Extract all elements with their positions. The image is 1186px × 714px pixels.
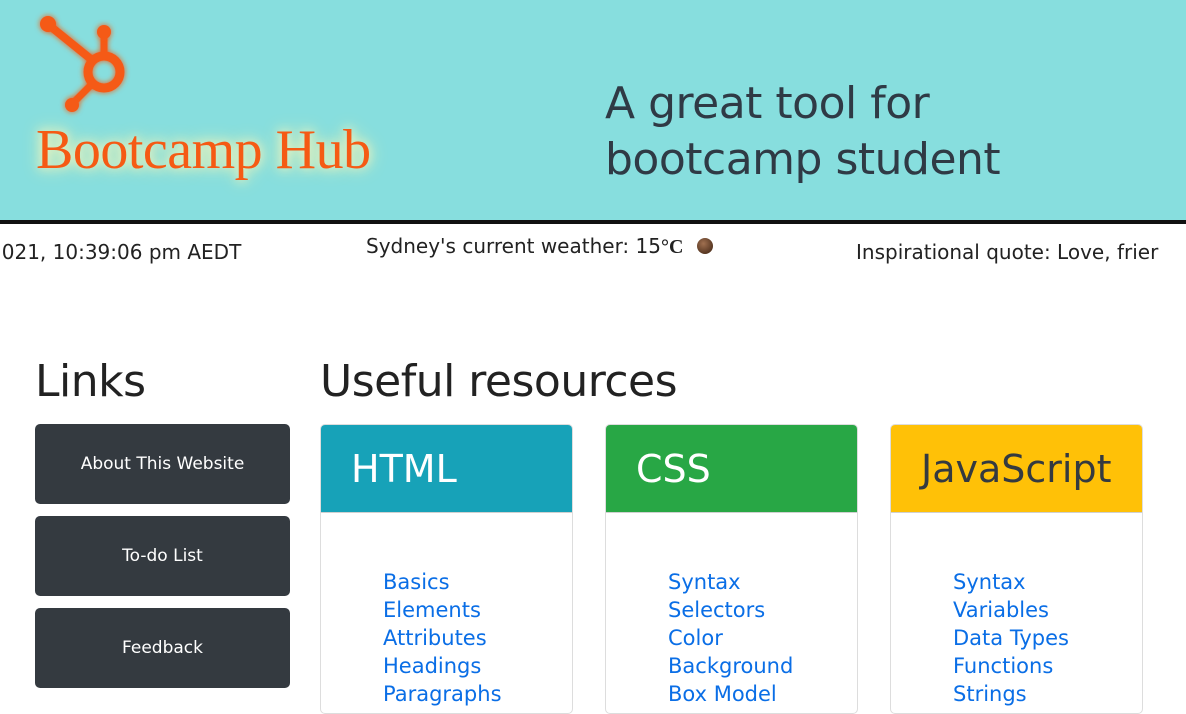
tagline-line-2: bootcamp student [605, 134, 1001, 185]
javascript-resource-card: JavaScript Syntax Variables Data Types F… [890, 424, 1143, 714]
js-link-syntax[interactable]: Syntax [953, 568, 1142, 596]
temperature-unit: °C [660, 236, 684, 258]
javascript-card-links: Syntax Variables Data Types Functions St… [891, 513, 1142, 708]
tagline-line-1: A great tool for [605, 78, 930, 129]
weather-label: Sydney's current weather: 15 [366, 234, 661, 258]
resources-heading: Useful resources [320, 356, 678, 407]
tagline: A great tool for bootcamp student [605, 76, 1125, 188]
js-link-variables[interactable]: Variables [953, 596, 1142, 624]
javascript-card-header: JavaScript [891, 425, 1142, 513]
js-link-data-types[interactable]: Data Types [953, 624, 1142, 652]
html-link-elements[interactable]: Elements [383, 596, 572, 624]
about-website-button[interactable]: About This Website [35, 424, 290, 504]
css-link-selectors[interactable]: Selectors [668, 596, 857, 624]
weather-condition-icon [697, 237, 714, 254]
html-link-attributes[interactable]: Attributes [383, 624, 572, 652]
css-card-links: Syntax Selectors Color Background Box Mo… [606, 513, 857, 708]
html-link-basics[interactable]: Basics [383, 568, 572, 596]
current-datetime: h 2021, 10:39:06 pm AEDT [0, 240, 242, 264]
site-header: Bootcamp Hub A great tool for bootcamp s… [0, 0, 1186, 224]
css-link-syntax[interactable]: Syntax [668, 568, 857, 596]
todo-list-button[interactable]: To-do List [35, 516, 290, 596]
logo-text[interactable]: Bootcamp Hub [36, 118, 371, 182]
hubspot-sprocket-icon[interactable] [34, 10, 144, 120]
html-link-paragraphs[interactable]: Paragraphs [383, 680, 572, 708]
info-bar: h 2021, 10:39:06 pm AEDT Sydney's curren… [0, 224, 1186, 274]
html-resource-card: HTML Basics Elements Attributes Headings… [320, 424, 573, 714]
weather-readout: Sydney's current weather: 15°C [366, 234, 714, 259]
html-link-headings[interactable]: Headings [383, 652, 572, 680]
html-card-header: HTML [321, 425, 572, 513]
css-link-color[interactable]: Color [668, 624, 857, 652]
feedback-button[interactable]: Feedback [35, 608, 290, 688]
css-resource-card: CSS Syntax Selectors Color Background Bo… [605, 424, 858, 714]
js-link-functions[interactable]: Functions [953, 652, 1142, 680]
links-heading: Links [35, 356, 146, 407]
css-link-background[interactable]: Background [668, 652, 857, 680]
inspirational-quote: Inspirational quote: Love, frier [856, 240, 1159, 264]
html-card-links: Basics Elements Attributes Headings Para… [321, 513, 572, 708]
css-card-header: CSS [606, 425, 857, 513]
css-link-box-model[interactable]: Box Model [668, 680, 857, 708]
js-link-strings[interactable]: Strings [953, 680, 1142, 708]
